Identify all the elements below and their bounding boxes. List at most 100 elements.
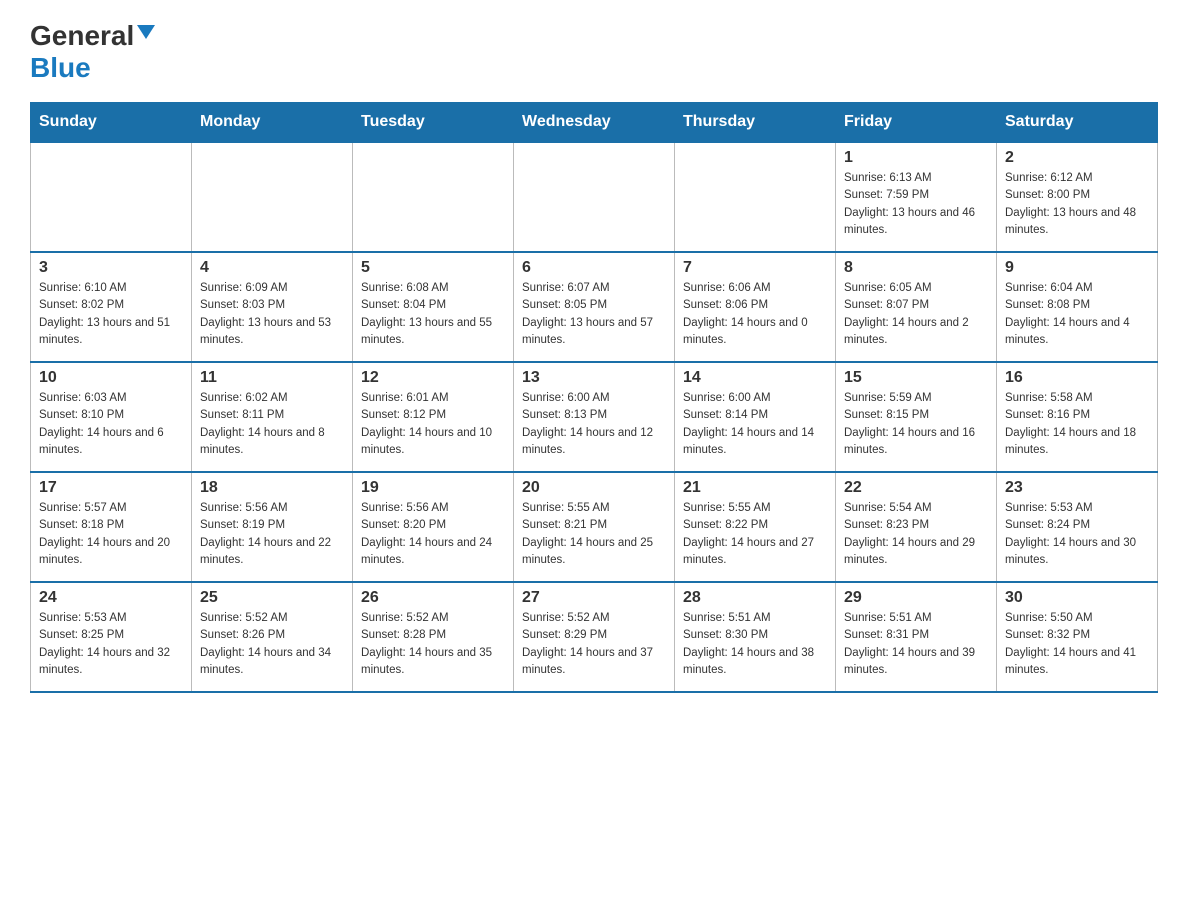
calendar-day-cell: 4 Sunrise: 6:09 AM Sunset: 8:03 PM Daylig…	[192, 252, 353, 362]
calendar-day-cell: 8 Sunrise: 6:05 AM Sunset: 8:07 PM Daylig…	[836, 252, 997, 362]
day-info: Sunrise: 5:59 AM Sunset: 8:15 PM Dayligh…	[844, 390, 988, 459]
day-info: Sunrise: 5:58 AM Sunset: 8:16 PM Dayligh…	[1005, 390, 1149, 459]
calendar-day-cell: 6 Sunrise: 6:07 AM Sunset: 8:05 PM Daylig…	[514, 252, 675, 362]
day-of-week-header: Tuesday	[353, 103, 514, 143]
calendar-day-cell: 3 Sunrise: 6:10 AM Sunset: 8:02 PM Daylig…	[31, 252, 192, 362]
day-info: Sunrise: 6:08 AM Sunset: 8:04 PM Dayligh…	[361, 280, 505, 349]
calendar-day-cell: 18 Sunrise: 5:56 AM Sunset: 8:19 PM Dayli…	[192, 472, 353, 582]
calendar-day-cell: 24Sunrise: 5:53 AM Sunset: 8:25 PM Dayli…	[31, 582, 192, 692]
calendar-day-cell: 13 Sunrise: 6:00 AM Sunset: 8:13 PM Dayli…	[514, 362, 675, 472]
day-info: Sunrise: 5:52 AM Sunset: 8:29 PM Dayligh…	[522, 610, 666, 679]
calendar-day-cell: 1Sunrise: 6:13 AM Sunset: 7:59 PM Daylig…	[836, 142, 997, 252]
day-info: Sunrise: 6:04 AM Sunset: 8:08 PM Dayligh…	[1005, 280, 1149, 349]
day-info: Sunrise: 6:07 AM Sunset: 8:05 PM Dayligh…	[522, 280, 666, 349]
day-info: Sunrise: 5:52 AM Sunset: 8:26 PM Dayligh…	[200, 610, 344, 679]
day-number: 5	[361, 259, 505, 277]
calendar-day-cell	[31, 142, 192, 252]
calendar-day-cell: 16 Sunrise: 5:58 AM Sunset: 8:16 PM Dayli…	[997, 362, 1158, 472]
calendar-day-cell: 14 Sunrise: 6:00 AM Sunset: 8:14 PM Dayli…	[675, 362, 836, 472]
calendar-day-cell: 30 Sunrise: 5:50 AM Sunset: 8:32 PM Dayli…	[997, 582, 1158, 692]
day-info: Sunrise: 5:56 AM Sunset: 8:19 PM Dayligh…	[200, 500, 344, 569]
day-info: Sunrise: 5:50 AM Sunset: 8:32 PM Dayligh…	[1005, 610, 1149, 679]
logo-blue: Blue	[30, 52, 91, 84]
day-info: Sunrise: 5:53 AM Sunset: 8:24 PM Dayligh…	[1005, 500, 1149, 569]
day-number: 9	[1005, 259, 1149, 277]
day-number: 22	[844, 479, 988, 497]
day-number: 6	[522, 259, 666, 277]
calendar-day-cell: 28 Sunrise: 5:51 AM Sunset: 8:30 PM Dayli…	[675, 582, 836, 692]
calendar-week-row: 17Sunrise: 5:57 AM Sunset: 8:18 PM Dayli…	[31, 472, 1158, 582]
day-of-week-header: Sunday	[31, 103, 192, 143]
day-number: 16	[1005, 369, 1149, 387]
day-of-week-header: Wednesday	[514, 103, 675, 143]
day-number: 20	[522, 479, 666, 497]
day-number: 1	[844, 149, 988, 167]
calendar-day-cell: 21 Sunrise: 5:55 AM Sunset: 8:22 PM Dayli…	[675, 472, 836, 582]
day-info: Sunrise: 6:05 AM Sunset: 8:07 PM Dayligh…	[844, 280, 988, 349]
day-info: Sunrise: 5:51 AM Sunset: 8:30 PM Dayligh…	[683, 610, 827, 679]
calendar-day-cell: 10 Sunrise: 6:03 AM Sunset: 8:10 PM Dayli…	[31, 362, 192, 472]
logo-general: General	[30, 20, 134, 52]
day-info: Sunrise: 6:12 AM Sunset: 8:00 PM Dayligh…	[1005, 170, 1149, 239]
calendar-day-cell: 26Sunrise: 5:52 AM Sunset: 8:28 PM Dayli…	[353, 582, 514, 692]
day-number: 29	[844, 589, 988, 607]
day-number: 10	[39, 369, 183, 387]
day-number: 30	[1005, 589, 1149, 607]
day-info: Sunrise: 5:53 AM Sunset: 8:25 PM Dayligh…	[39, 610, 183, 679]
header: General Blue	[30, 20, 1158, 84]
day-number: 25	[200, 589, 344, 607]
calendar-week-row: 10 Sunrise: 6:03 AM Sunset: 8:10 PM Dayli…	[31, 362, 1158, 472]
day-info: Sunrise: 5:56 AM Sunset: 8:20 PM Dayligh…	[361, 500, 505, 569]
day-info: Sunrise: 6:09 AM Sunset: 8:03 PM Dayligh…	[200, 280, 344, 349]
calendar-day-cell: 12 Sunrise: 6:01 AM Sunset: 8:12 PM Dayli…	[353, 362, 514, 472]
logo: General Blue	[30, 20, 155, 84]
day-info: Sunrise: 6:00 AM Sunset: 8:14 PM Dayligh…	[683, 390, 827, 459]
calendar-day-cell	[353, 142, 514, 252]
day-info: Sunrise: 6:00 AM Sunset: 8:13 PM Dayligh…	[522, 390, 666, 459]
day-info: Sunrise: 6:03 AM Sunset: 8:10 PM Dayligh…	[39, 390, 183, 459]
day-of-week-header: Monday	[192, 103, 353, 143]
calendar-day-cell	[192, 142, 353, 252]
day-info: Sunrise: 6:02 AM Sunset: 8:11 PM Dayligh…	[200, 390, 344, 459]
day-number: 17	[39, 479, 183, 497]
day-info: Sunrise: 5:51 AM Sunset: 8:31 PM Dayligh…	[844, 610, 988, 679]
calendar-day-cell: 19Sunrise: 5:56 AM Sunset: 8:20 PM Dayli…	[353, 472, 514, 582]
day-info: Sunrise: 6:01 AM Sunset: 8:12 PM Dayligh…	[361, 390, 505, 459]
day-number: 13	[522, 369, 666, 387]
calendar-day-cell: 17Sunrise: 5:57 AM Sunset: 8:18 PM Dayli…	[31, 472, 192, 582]
calendar-day-cell: 29 Sunrise: 5:51 AM Sunset: 8:31 PM Dayli…	[836, 582, 997, 692]
calendar-day-cell: 2Sunrise: 6:12 AM Sunset: 8:00 PM Daylig…	[997, 142, 1158, 252]
day-number: 12	[361, 369, 505, 387]
calendar-day-cell	[675, 142, 836, 252]
calendar-day-cell	[514, 142, 675, 252]
day-number: 14	[683, 369, 827, 387]
day-info: Sunrise: 5:55 AM Sunset: 8:21 PM Dayligh…	[522, 500, 666, 569]
calendar-day-cell: 20 Sunrise: 5:55 AM Sunset: 8:21 PM Dayli…	[514, 472, 675, 582]
calendar-day-cell: 22Sunrise: 5:54 AM Sunset: 8:23 PM Dayli…	[836, 472, 997, 582]
day-of-week-header: Saturday	[997, 103, 1158, 143]
day-of-week-header: Friday	[836, 103, 997, 143]
day-number: 8	[844, 259, 988, 277]
day-number: 18	[200, 479, 344, 497]
day-number: 28	[683, 589, 827, 607]
day-number: 27	[522, 589, 666, 607]
day-of-week-header: Thursday	[675, 103, 836, 143]
calendar-day-cell: 25 Sunrise: 5:52 AM Sunset: 8:26 PM Dayli…	[192, 582, 353, 692]
calendar-header-row: SundayMondayTuesdayWednesdayThursdayFrid…	[31, 103, 1158, 143]
day-number: 4	[200, 259, 344, 277]
calendar-day-cell: 5 Sunrise: 6:08 AM Sunset: 8:04 PM Daylig…	[353, 252, 514, 362]
calendar-day-cell: 9 Sunrise: 6:04 AM Sunset: 8:08 PM Daylig…	[997, 252, 1158, 362]
day-info: Sunrise: 6:10 AM Sunset: 8:02 PM Dayligh…	[39, 280, 183, 349]
day-number: 7	[683, 259, 827, 277]
logo-triangle-icon	[137, 25, 155, 39]
calendar-week-row: 1Sunrise: 6:13 AM Sunset: 7:59 PM Daylig…	[31, 142, 1158, 252]
calendar-day-cell: 7 Sunrise: 6:06 AM Sunset: 8:06 PM Daylig…	[675, 252, 836, 362]
day-info: Sunrise: 6:06 AM Sunset: 8:06 PM Dayligh…	[683, 280, 827, 349]
day-info: Sunrise: 5:55 AM Sunset: 8:22 PM Dayligh…	[683, 500, 827, 569]
calendar: SundayMondayTuesdayWednesdayThursdayFrid…	[30, 102, 1158, 693]
day-number: 21	[683, 479, 827, 497]
day-info: Sunrise: 5:52 AM Sunset: 8:28 PM Dayligh…	[361, 610, 505, 679]
calendar-day-cell: 23Sunrise: 5:53 AM Sunset: 8:24 PM Dayli…	[997, 472, 1158, 582]
day-number: 3	[39, 259, 183, 277]
calendar-week-row: 3 Sunrise: 6:10 AM Sunset: 8:02 PM Daylig…	[31, 252, 1158, 362]
